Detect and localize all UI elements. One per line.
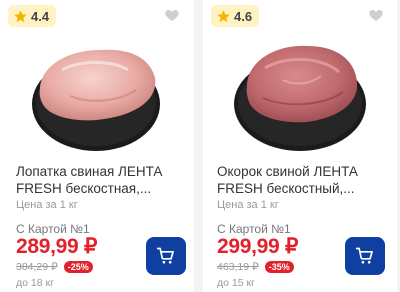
heart-icon[interactable] xyxy=(368,7,384,23)
rating-badge: 4.6 xyxy=(211,5,260,27)
cart-icon xyxy=(355,247,373,264)
add-to-cart-button[interactable] xyxy=(345,237,385,275)
price: 289,99 ₽ xyxy=(16,235,98,258)
cart-icon xyxy=(156,247,174,264)
discount-badge: -25% xyxy=(63,261,93,273)
discount-badge: -35% xyxy=(264,261,294,273)
unit-label: Цена за 1 кг xyxy=(217,199,279,211)
star-icon xyxy=(217,9,230,22)
unit-label: Цена за 1 кг xyxy=(16,199,78,211)
old-price: 384,29 ₽ xyxy=(16,261,58,273)
price: 299,99 ₽ xyxy=(217,235,299,258)
add-to-cart-button[interactable] xyxy=(146,237,186,275)
product-image[interactable] xyxy=(0,26,194,156)
product-card[interactable]: 4.4 Лопатка свиная ЛЕНТА FRESH бескостна… xyxy=(0,0,194,292)
old-price-row: 384,29 ₽ -25% xyxy=(16,261,93,273)
product-name[interactable]: Лопатка свиная ЛЕНТА FRESH бескостная,..… xyxy=(16,163,188,197)
rating-badge: 4.4 xyxy=(8,5,57,27)
old-price-row: 463,19 ₽ -35% xyxy=(217,261,294,273)
star-icon xyxy=(14,9,27,22)
product-name[interactable]: Окорок свиной ЛЕНТА FRESH бескостный,... xyxy=(217,163,389,197)
rating-value: 4.6 xyxy=(234,8,253,24)
quantity-limit: до 18 кг xyxy=(16,277,54,289)
product-image[interactable] xyxy=(203,26,397,156)
product-card[interactable]: 4.6 Окорок свиной ЛЕНТА FRESH бескостный… xyxy=(203,0,397,292)
quantity-limit: до 15 кг xyxy=(217,277,255,289)
rating-value: 4.4 xyxy=(31,8,50,24)
heart-icon[interactable] xyxy=(164,7,180,23)
old-price: 463,19 ₽ xyxy=(217,261,259,273)
